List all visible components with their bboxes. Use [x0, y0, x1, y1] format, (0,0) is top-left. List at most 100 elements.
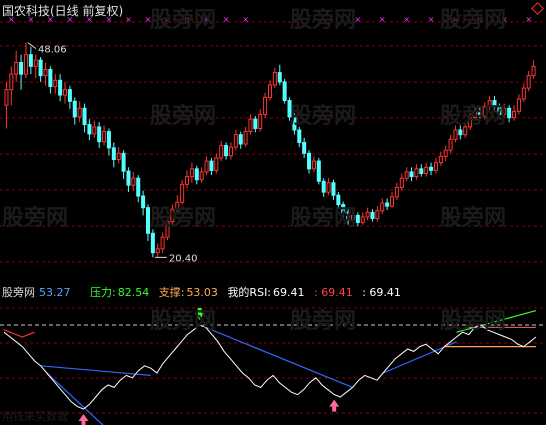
bearish-candle: [370, 211, 375, 220]
watermark: 股旁网: [440, 206, 507, 231]
bullish-candle: [14, 61, 19, 75]
bullish-candle: [375, 210, 380, 220]
bullish-candle: [102, 131, 107, 143]
bullish-candle: [243, 131, 248, 145]
watermark: 股旁网: [440, 104, 507, 129]
bearish-candle: [316, 160, 321, 182]
bearish-candle: [136, 177, 141, 197]
bullish-candle: [311, 160, 316, 170]
bearish-candle: [209, 160, 214, 171]
bullish-candle: [326, 182, 331, 193]
bearish-candle: [111, 147, 116, 161]
watermark: 股旁网: [290, 8, 357, 33]
bearish-candle: [28, 54, 33, 67]
bullish-candle: [443, 149, 448, 157]
watermark: 股旁网: [290, 309, 357, 334]
bullish-candle: [414, 168, 419, 178]
rsi-label: 我的RSI:: [227, 286, 272, 299]
bearish-candle: [72, 100, 77, 118]
watermark: 股旁网: [150, 104, 217, 129]
bearish-candle: [429, 166, 434, 171]
buy-arrow-icon: [78, 414, 89, 425]
bullish-candle: [185, 176, 190, 185]
buy-arrow-icon: [329, 399, 340, 412]
high-label: 48.06: [38, 45, 67, 56]
extra-value-1: : 69.41: [314, 286, 353, 299]
bearish-candle: [141, 195, 146, 209]
bullish-candle: [272, 72, 277, 86]
bullish-candle: [526, 75, 531, 89]
bullish-candle: [204, 160, 209, 173]
bearish-candle: [282, 81, 287, 102]
bullish-candle: [453, 129, 458, 140]
bullish-candle: [267, 84, 273, 98]
pressure-label: 压力:: [90, 286, 116, 299]
signal-marker: ×: [125, 15, 132, 24]
bearish-candle: [355, 214, 360, 223]
bullish-candle: [438, 155, 443, 164]
bearish-candle: [58, 79, 63, 96]
bullish-candle: [189, 168, 194, 178]
signal-marker: ×: [223, 15, 230, 24]
bullish-candle: [258, 113, 263, 129]
watermark: 股旁网: [150, 206, 217, 231]
bearish-candle: [194, 168, 199, 181]
bullish-candle: [219, 145, 224, 159]
rsi-indicator-panel[interactable]: 股旁网 53.27 压力: 82.54 支撑: 53.03 我的RSI: 69.41 :…: [0, 283, 546, 425]
bullish-candle: [9, 73, 14, 91]
signal-marker: ×: [403, 15, 410, 24]
bearish-candle: [106, 131, 111, 149]
legend-value: 53.27: [39, 286, 71, 299]
trendline: [40, 365, 151, 376]
bearish-candle: [253, 118, 258, 129]
bullish-candle: [116, 152, 121, 161]
bullish-candle: [155, 248, 160, 254]
candlestick-chart[interactable]: × × × × × × × × × × × × × × × × × × × × × 48.06 20.40 国农科技(日线 …: [0, 0, 546, 283]
candlestick-svg: × × × × × × × × × × × × × × × × × × × × ×48.0620.40: [0, 15, 546, 264]
bullish-candle: [33, 59, 38, 67]
bearish-candle: [48, 68, 53, 88]
bullish-candle: [380, 202, 385, 212]
bearish-candle: [224, 145, 229, 157]
extra-value-2: : 69.41: [362, 286, 401, 299]
bullish-candle: [199, 171, 204, 181]
signal-marker: ×: [379, 15, 386, 24]
bullish-candle: [399, 177, 404, 188]
bullish-candle: [53, 79, 58, 88]
bearish-candle: [307, 152, 312, 170]
bearish-candle: [419, 168, 424, 175]
bullish-candle: [404, 171, 409, 179]
bearish-candle: [507, 107, 512, 119]
bullish-candle: [62, 89, 68, 96]
bearish-candle: [121, 152, 126, 172]
bearish-candle: [297, 129, 302, 143]
bullish-candle: [531, 65, 536, 77]
signal-marker: ×: [428, 15, 435, 24]
bearish-candle: [458, 129, 463, 136]
watermark: 股旁网: [290, 206, 357, 231]
watermark: 股旁网: [440, 8, 507, 33]
bullish-candle: [77, 107, 82, 118]
bearish-candle: [82, 107, 87, 126]
bullish-candle: [433, 162, 438, 171]
bullish-candle: [92, 126, 97, 135]
bearish-candle: [238, 134, 243, 145]
bullish-candle: [228, 146, 233, 157]
legend-name: 股旁网: [2, 286, 35, 299]
bearish-candle: [87, 124, 92, 135]
rsi-line: [3, 324, 537, 410]
bullish-candle: [448, 138, 453, 151]
chart-title: 国农科技(日线 前复权): [2, 4, 124, 18]
signal-marker: ×: [525, 15, 532, 24]
watermark: 股旁网: [150, 309, 217, 334]
signal-marker: ×: [242, 15, 249, 24]
bearish-candle: [19, 61, 24, 75]
bearish-candle: [126, 170, 131, 186]
bullish-candle: [516, 98, 521, 112]
bearish-candle: [150, 232, 155, 254]
bullish-candle: [390, 196, 395, 207]
indicator-legend: 股旁网 53.27 压力: 82.54 支撑: 53.03 我的RSI: 69.41 :…: [2, 284, 407, 300]
watermark: 股旁网: [440, 309, 507, 334]
bearish-candle: [302, 141, 307, 154]
watermark: 股旁网: [2, 206, 69, 231]
